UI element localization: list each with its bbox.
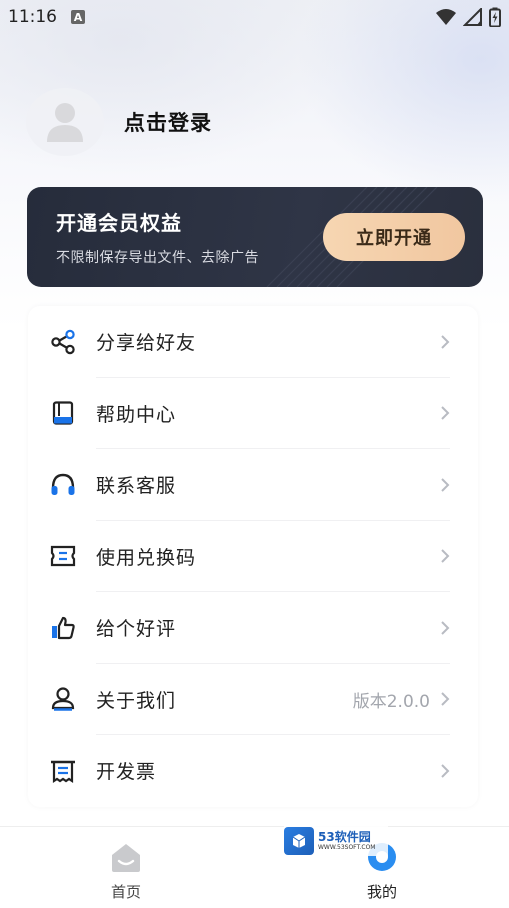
share-icon bbox=[48, 327, 78, 357]
vip-card[interactable]: 开通会员权益 不限制保存导出文件、去除广告 立即开通 bbox=[27, 187, 483, 287]
status-time: 11:16 bbox=[8, 7, 57, 27]
watermark-brand: 53软件园 bbox=[318, 830, 371, 844]
watermark-logo-icon bbox=[284, 827, 314, 855]
invoice-icon bbox=[48, 756, 78, 786]
watermark-url: WWW.53SOFT.COM bbox=[318, 844, 376, 851]
menu-item-label: 给个好评 bbox=[96, 618, 177, 641]
menu-item-label: 帮助中心 bbox=[96, 403, 177, 426]
chevron-right-icon bbox=[441, 406, 450, 420]
bottom-tab-bar: 首页 我的 bbox=[0, 826, 509, 908]
tab-home[interactable]: 首页 bbox=[56, 827, 196, 908]
menu-item-invoice[interactable]: 开发票 bbox=[28, 735, 478, 807]
chevron-right-icon bbox=[441, 335, 450, 349]
login-link[interactable]: 点击登录 bbox=[124, 107, 212, 137]
app-version: 版本2.0.0 bbox=[352, 691, 430, 712]
settings-menu: 分享给好友 帮助中心 联系客服 使用兑换码 给个好评 关于我们 版本2.0.0 … bbox=[28, 306, 478, 807]
menu-item-label: 分享给好友 bbox=[96, 332, 197, 355]
vip-activate-button[interactable]: 立即开通 bbox=[323, 213, 465, 261]
home-icon bbox=[112, 844, 140, 872]
chevron-right-icon bbox=[441, 621, 450, 635]
avatar[interactable] bbox=[26, 88, 104, 156]
profile-login[interactable]: 点击登录 bbox=[26, 88, 212, 156]
wifi-icon bbox=[436, 9, 456, 25]
menu-item-label: 关于我们 bbox=[96, 689, 177, 712]
menu-item-share[interactable]: 分享给好友 bbox=[28, 306, 478, 378]
vip-title: 开通会员权益 bbox=[56, 211, 182, 235]
ticket-icon bbox=[48, 541, 78, 571]
status-bar: 11:16 A bbox=[0, 0, 509, 34]
menu-item-label: 开发票 bbox=[96, 761, 157, 784]
user-icon bbox=[48, 684, 78, 714]
book-icon bbox=[48, 398, 78, 428]
menu-item-customer-service[interactable]: 联系客服 bbox=[28, 449, 478, 521]
menu-item-label: 使用兑换码 bbox=[96, 546, 197, 569]
headset-icon bbox=[48, 470, 78, 500]
thumbs-up-icon bbox=[48, 613, 78, 643]
menu-item-help[interactable]: 帮助中心 bbox=[28, 378, 478, 450]
watermark: 53软件园 WWW.53SOFT.COM bbox=[284, 826, 388, 856]
watermark-text: 53软件园 WWW.53SOFT.COM bbox=[318, 831, 375, 851]
chevron-right-icon bbox=[441, 764, 450, 778]
chevron-right-icon bbox=[441, 692, 450, 706]
tab-label: 首页 bbox=[110, 883, 141, 901]
notification-badge: A bbox=[71, 10, 85, 24]
menu-item-label: 联系客服 bbox=[96, 475, 177, 498]
battery-icon bbox=[489, 7, 501, 27]
menu-item-rate-us[interactable]: 给个好评 bbox=[28, 592, 478, 664]
menu-item-about-us[interactable]: 关于我们 版本2.0.0 bbox=[28, 664, 478, 736]
signal-icon bbox=[463, 8, 482, 26]
status-icons bbox=[435, 7, 501, 27]
menu-item-redeem-code[interactable]: 使用兑换码 bbox=[28, 521, 478, 593]
vip-subtitle: 不限制保存导出文件、去除广告 bbox=[56, 250, 259, 266]
default-avatar-icon bbox=[47, 103, 83, 142]
tab-label: 我的 bbox=[366, 883, 397, 901]
chevron-right-icon bbox=[441, 478, 450, 492]
chevron-right-icon bbox=[441, 549, 450, 563]
